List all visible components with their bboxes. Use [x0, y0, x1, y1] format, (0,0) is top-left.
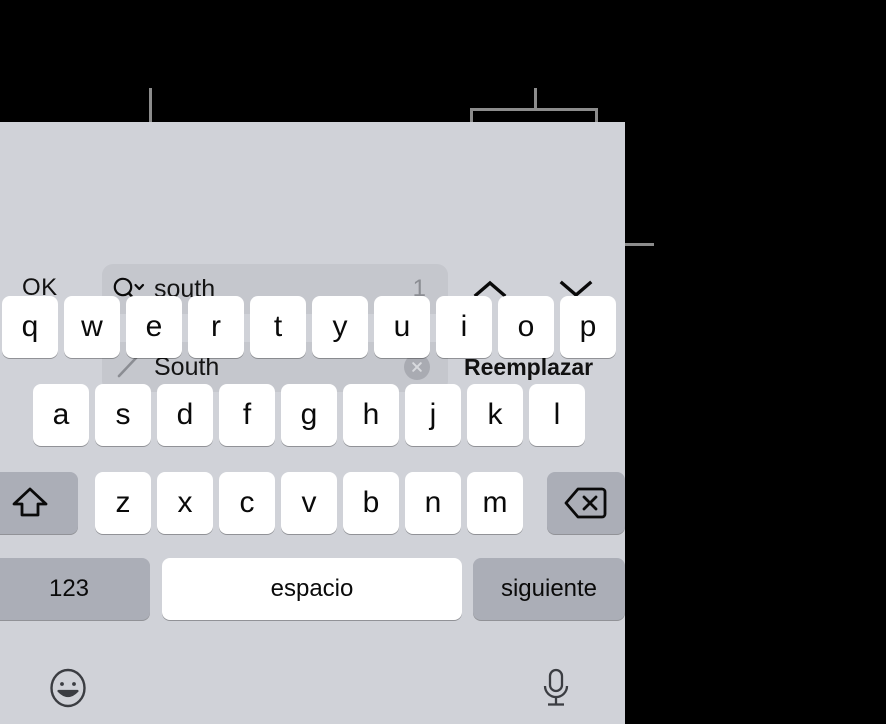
- key-g[interactable]: g: [281, 384, 337, 446]
- microphone-icon[interactable]: [534, 666, 578, 710]
- callout-bracket-arrows: [470, 108, 598, 111]
- key-label: c: [239, 486, 255, 519]
- key-o[interactable]: o: [498, 296, 554, 358]
- replace-input-value[interactable]: South: [154, 354, 404, 380]
- key-y[interactable]: y: [312, 296, 368, 358]
- callout-bracket-tick-right: [595, 108, 598, 122]
- key-label: j: [429, 398, 437, 431]
- numbers-key[interactable]: 123: [0, 558, 150, 620]
- key-q[interactable]: q: [2, 296, 58, 358]
- next-key[interactable]: siguiente: [473, 558, 625, 620]
- key-s[interactable]: s: [95, 384, 151, 446]
- key-label: k: [487, 398, 503, 431]
- key-c[interactable]: c: [219, 472, 275, 534]
- emoji-smiley-icon[interactable]: [46, 666, 90, 710]
- key-label: i: [460, 310, 468, 343]
- callout-line-arrows-stem: [534, 88, 537, 110]
- key-b[interactable]: b: [343, 472, 399, 534]
- key-v[interactable]: v: [281, 472, 337, 534]
- key-label: b: [362, 486, 380, 519]
- key-m[interactable]: m: [467, 472, 523, 534]
- backspace-key[interactable]: [547, 472, 625, 534]
- key-i[interactable]: i: [436, 296, 492, 358]
- key-label: n: [424, 486, 442, 519]
- key-label: r: [211, 310, 221, 343]
- key-label: siguiente: [500, 575, 598, 602]
- key-label: a: [52, 398, 70, 431]
- key-label: w: [81, 310, 103, 343]
- key-k[interactable]: k: [467, 384, 523, 446]
- key-label: l: [553, 398, 561, 431]
- key-d[interactable]: d: [157, 384, 213, 446]
- key-label: espacio: [270, 575, 354, 602]
- key-label: m: [482, 486, 508, 519]
- key-u[interactable]: u: [374, 296, 430, 358]
- key-label: h: [362, 398, 380, 431]
- key-label: g: [300, 398, 318, 431]
- key-label: p: [579, 310, 597, 343]
- replace-button[interactable]: Reemplazar: [464, 354, 593, 381]
- key-x[interactable]: x: [157, 472, 213, 534]
- key-label: s: [115, 398, 131, 431]
- key-label: u: [393, 310, 411, 343]
- keyboard-panel: OK south 1 South Reemplazar q w e r t y …: [0, 122, 625, 724]
- key-h[interactable]: h: [343, 384, 399, 446]
- backspace-icon: [564, 487, 607, 519]
- shift-arrow-icon: [12, 487, 48, 517]
- key-label: e: [145, 310, 163, 343]
- key-n[interactable]: n: [405, 472, 461, 534]
- key-label: f: [242, 398, 252, 431]
- key-f[interactable]: f: [219, 384, 275, 446]
- key-label: d: [176, 398, 194, 431]
- key-l[interactable]: l: [529, 384, 585, 446]
- key-label: o: [517, 310, 535, 343]
- key-label: z: [115, 486, 131, 519]
- shift-key[interactable]: [0, 472, 78, 534]
- key-label: 123: [48, 575, 90, 602]
- key-w[interactable]: w: [64, 296, 120, 358]
- callout-bracket-tick-left: [470, 108, 473, 122]
- key-label: v: [301, 486, 317, 519]
- key-label: y: [332, 310, 348, 343]
- key-label: q: [21, 310, 39, 343]
- key-t[interactable]: t: [250, 296, 306, 358]
- key-a[interactable]: a: [33, 384, 89, 446]
- key-e[interactable]: e: [126, 296, 182, 358]
- space-key[interactable]: espacio: [162, 558, 462, 620]
- key-p[interactable]: p: [560, 296, 616, 358]
- key-r[interactable]: r: [188, 296, 244, 358]
- key-j[interactable]: j: [405, 384, 461, 446]
- key-label: t: [273, 310, 283, 343]
- key-label: x: [177, 486, 193, 519]
- key-z[interactable]: z: [95, 472, 151, 534]
